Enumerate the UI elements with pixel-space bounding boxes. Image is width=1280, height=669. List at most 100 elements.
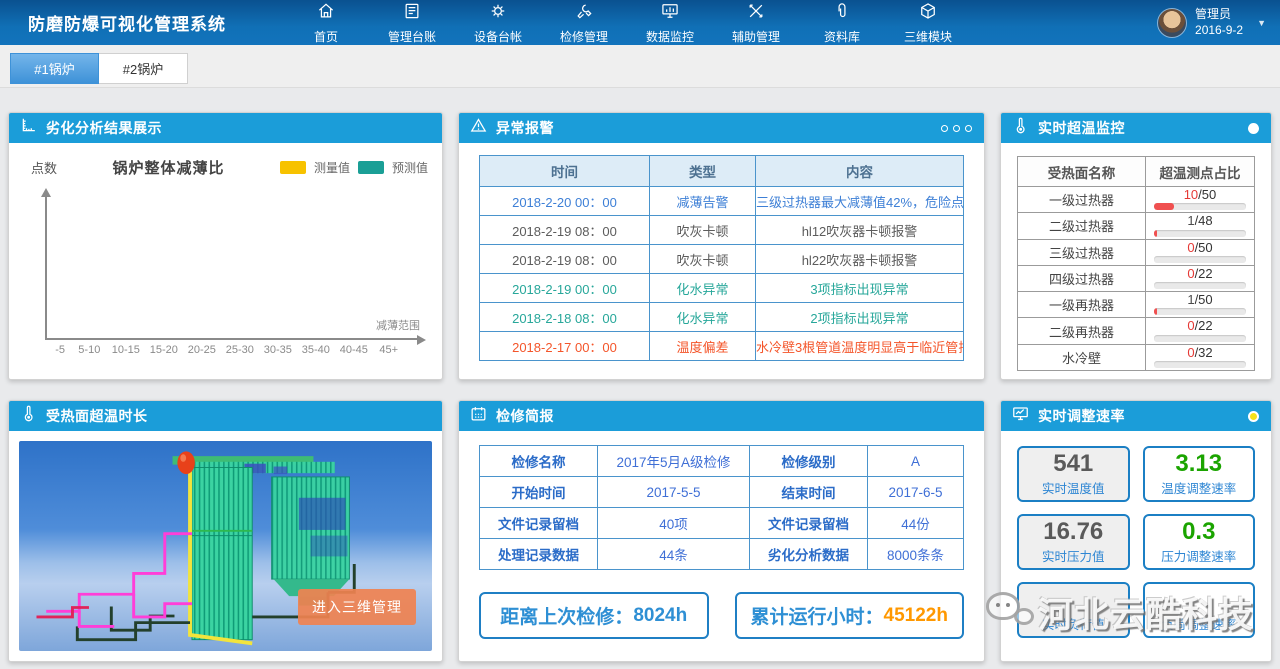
dashboard-grid: 劣化分析结果展示 点数 锅炉整体减薄比 测量值 预测值 减薄范围 xyxy=(0,88,1280,662)
panel-menu-dots-icon[interactable] xyxy=(936,119,972,137)
ruler-chart-icon xyxy=(19,116,38,140)
mt-label: 检修级别 xyxy=(750,446,868,477)
ratio-denominator: /32 xyxy=(1195,345,1213,360)
mt-label: 结束时间 xyxy=(750,477,868,508)
user-date: 2016-9-2 xyxy=(1195,23,1243,39)
panel-title: 实时调整速率 xyxy=(1038,406,1125,426)
panel-header: 实时调整速率 xyxy=(1001,401,1271,431)
tab-boiler-2[interactable]: #2锅炉 xyxy=(99,53,188,84)
alarm-content: 3项指标出现异常 xyxy=(756,274,964,303)
total-run-hours-button[interactable]: 累计运行小时：45122h xyxy=(735,592,965,639)
x-tick: -5 xyxy=(55,344,65,356)
card-label: 负荷调整速率 xyxy=(1161,614,1236,633)
panel-maintenance-brief: 检修简报 检修名称 2017年5月A级检修 检修级别 A 开始时间 2017-5… xyxy=(458,400,985,662)
main-nav: 首页 管理台账 设备台帐 检修管理 数据监控 辅助管理 xyxy=(298,1,956,45)
mt-value: 40项 xyxy=(598,508,750,539)
legend-swatch-measured xyxy=(280,161,306,174)
nav-item-data-monitor[interactable]: 数据监控 xyxy=(642,1,698,45)
ratio-numerator: 0 xyxy=(1187,240,1194,255)
boiler-3d-view[interactable]: 进入三维管理 xyxy=(19,441,432,651)
tools-icon xyxy=(746,1,766,26)
card-label: 实时压力值 xyxy=(1042,546,1105,565)
table-row: 检修名称 2017年5月A级检修 检修级别 A xyxy=(480,446,964,477)
status-indicator-icon xyxy=(1248,123,1259,134)
table-row: 四级过热器 0/22 xyxy=(1018,265,1255,291)
alarm-content: 三级过热器最大减薄值42%，危险点占比13% xyxy=(756,187,964,216)
card-load-rate: 负荷调整速率 xyxy=(1143,582,1256,638)
mt-label: 处理记录数据 xyxy=(480,539,598,570)
col-content: 内容 xyxy=(756,156,964,187)
tab-boiler-1[interactable]: #1锅炉 xyxy=(10,53,99,84)
panel-title: 受热面超温时长 xyxy=(46,406,148,426)
col-surface-name: 受热面名称 xyxy=(1018,157,1146,187)
app-title: 防磨防爆可视化管理系统 xyxy=(28,10,226,35)
chart-legend: 测量值 预测值 xyxy=(280,159,428,176)
mt-label: 劣化分析数据 xyxy=(750,539,868,570)
thinning-chart: 点数 锅炉整体减薄比 测量值 预测值 减薄范围 xyxy=(9,143,442,356)
ratio-numerator: 10 xyxy=(1184,187,1198,202)
y-axis-arrow xyxy=(41,183,51,197)
ratio-numerator: 0 xyxy=(1187,266,1194,281)
panel-overtemp-duration: 受热面超温时长 xyxy=(8,400,443,662)
nav-item-3d[interactable]: 三维模块 xyxy=(900,1,956,45)
nav-item-home[interactable]: 首页 xyxy=(298,1,354,45)
button-label: 距离上次检修： xyxy=(500,602,633,629)
surface-name: 二级过热器 xyxy=(1018,213,1146,239)
nav-item-aux[interactable]: 辅助管理 xyxy=(728,1,784,45)
nav-item-equipment[interactable]: 设备台帐 xyxy=(470,1,526,45)
since-last-maintenance-button[interactable]: 距离上次检修：8024h xyxy=(479,592,709,639)
nav-item-ledger[interactable]: 管理台账 xyxy=(384,1,440,45)
nav-label: 数据监控 xyxy=(646,28,694,45)
alarm-type: 温度偏差 xyxy=(650,332,756,361)
mt-value: 2017年5月A级检修 xyxy=(598,446,750,477)
panel-header: 异常报警 xyxy=(459,113,984,143)
maintenance-table: 检修名称 2017年5月A级检修 检修级别 A 开始时间 2017-5-5 结束… xyxy=(479,445,964,570)
top-bar: 防磨防爆可视化管理系统 首页 管理台账 设备台帐 检修管理 数据监控 xyxy=(0,0,1280,45)
alarm-type: 吹灰卡顿 xyxy=(650,245,756,274)
alarm-type: 化水异常 xyxy=(650,274,756,303)
monitor-chart-icon xyxy=(660,1,680,26)
user-menu[interactable]: 管理员 2016-9-2 ▼ xyxy=(1157,7,1266,38)
table-row: 2018-2-18 08：00 化水异常 2项指标出现异常 xyxy=(480,303,964,332)
overtemp-table-header: 受热面名称 超温测点占比 xyxy=(1018,157,1255,187)
card-value: 16.76 xyxy=(1043,519,1103,544)
chart-title: 锅炉整体减薄比 xyxy=(57,157,280,178)
overtemp-table: 受热面名称 超温测点占比 一级过热器 10/50 二级过热器 xyxy=(1017,156,1255,371)
nav-label: 资料库 xyxy=(824,28,860,45)
table-row: 一级再热器 1/50 xyxy=(1018,292,1255,318)
panel-overtemp-monitor: 实时超温监控 受热面名称 超温测点占比 一级过热器 10/50 xyxy=(1000,112,1272,380)
card-label: 压力调整速率 xyxy=(1161,546,1236,565)
x-tick: 35-40 xyxy=(303,344,328,356)
card-pressure-rate: 0.3 压力调整速率 xyxy=(1143,514,1256,570)
button-label: 累计运行小时： xyxy=(751,602,884,629)
status-indicator-icon xyxy=(1248,411,1259,422)
nav-label: 检修管理 xyxy=(560,28,608,45)
progress-track xyxy=(1154,256,1246,263)
mt-label: 文件记录留档 xyxy=(750,508,868,539)
enter-3d-button[interactable]: 进入三维管理 xyxy=(298,589,416,625)
surface-name: 三级过热器 xyxy=(1018,239,1146,265)
progress-fill xyxy=(1154,203,1174,210)
chart-y-label: 点数 xyxy=(31,158,57,177)
panel-alarms: 异常报警 时间 类型 内容 2018-2-20 00：00 减薄告警 三 xyxy=(458,112,985,380)
nav-item-library[interactable]: 资料库 xyxy=(814,1,870,45)
card-temperature-rate: 3.13 温度调整速率 xyxy=(1143,446,1256,502)
card-realtime-temperature: 541 实时温度值 xyxy=(1017,446,1130,502)
alarm-content: 水冷壁3根管道温度明显高于临近管排 xyxy=(756,332,964,361)
nav-item-repair[interactable]: 检修管理 xyxy=(556,1,612,45)
x-tick: 30-35 xyxy=(265,344,290,356)
ratio-numerator: 0 xyxy=(1187,345,1194,360)
progress-track xyxy=(1154,335,1246,342)
mt-value: 8000条条 xyxy=(868,539,964,570)
progress-fill xyxy=(1154,230,1157,237)
ratio-denominator: /50 xyxy=(1195,240,1213,255)
page: 防磨防爆可视化管理系统 首页 管理台账 设备台帐 检修管理 数据监控 xyxy=(0,0,1280,669)
x-tick: 40-45 xyxy=(341,344,366,356)
chart-plot-area: 减薄范围 xyxy=(45,192,422,340)
nav-label: 首页 xyxy=(314,28,338,45)
nav-label: 辅助管理 xyxy=(732,28,780,45)
panel-title: 异常报警 xyxy=(496,118,554,138)
mt-label: 开始时间 xyxy=(480,477,598,508)
rate-cards: 541 实时温度值 3.13 温度调整速率 16.76 实时压力值 0.3 压力… xyxy=(1017,446,1255,638)
surface-name: 四级过热器 xyxy=(1018,265,1146,291)
